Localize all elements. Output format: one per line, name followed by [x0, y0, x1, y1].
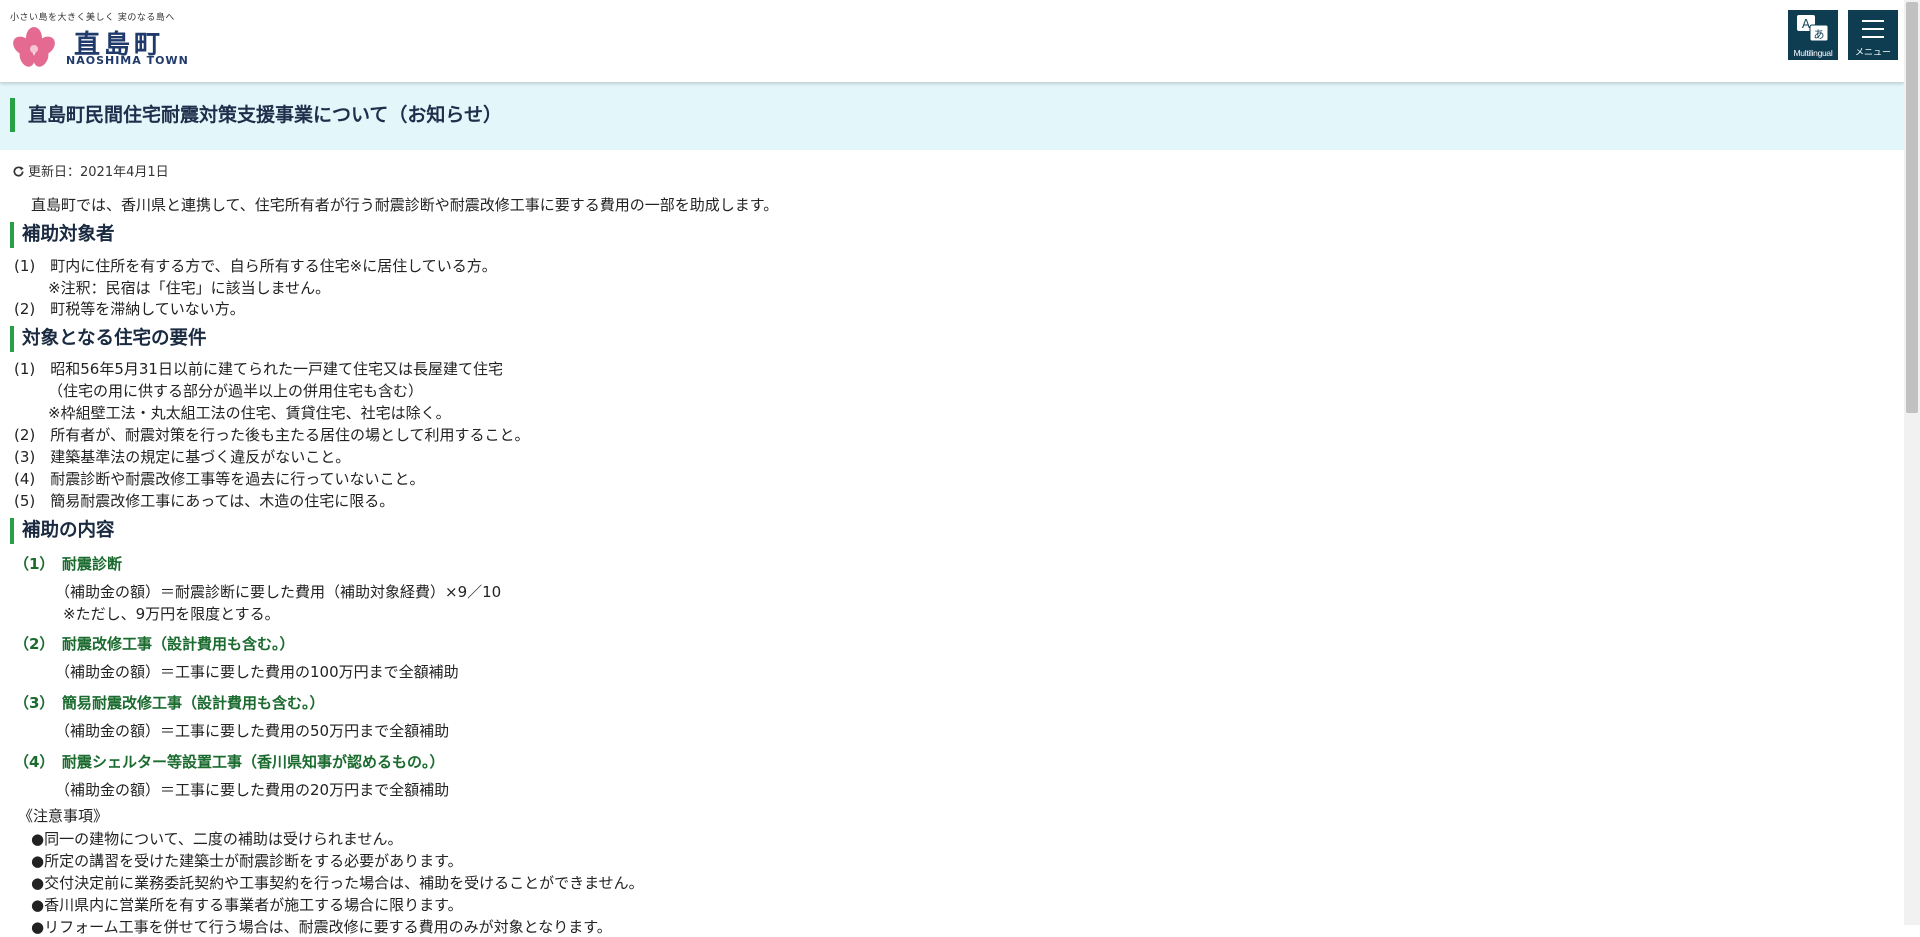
menu-label: メニュー [1854, 47, 1891, 57]
req-line-1-note: ※枠組壁工法・丸太組工法の住宅、賃貸住宅、社宅は除く。 [48, 404, 451, 422]
svg-text:あ: あ [1814, 28, 1825, 41]
hamburger-icon [1862, 20, 1884, 38]
target-note: ※注釈：民宿は「住宅」に該当しません。 [48, 279, 331, 297]
translate-icon: A あ [1797, 15, 1829, 42]
note-3: ●交付決定前に業務委託契約や工事契約を行った場合は、補助を受けることができません… [31, 874, 644, 892]
page-title: 直島町民間住宅耐震対策支援事業について（お知らせ） [10, 98, 502, 132]
multilingual-label: Multilingual [1793, 48, 1833, 58]
site-header: 小さい島を大きく美しく 実のなる島へ 直島町 NAOSHIMA TOWN A あ… [0, 0, 1904, 82]
target-line-2: (2) 町税等を滞納していない方。 [14, 300, 245, 318]
req-line-1-sub: （住宅の用に供する部分が過半以上の併用住宅も含む） [48, 382, 424, 400]
content-item-4-title: （4） 耐震シェルター等設置工事（香川県知事が認めるもの。） [14, 753, 445, 771]
intro-text: 直島町では、香川県と連携して、住宅所有者が行う耐震診断や耐震改修工事に要する費用… [31, 196, 779, 214]
heading-target: 補助対象者 [10, 222, 115, 248]
logo-tagline: 小さい島を大きく美しく 実のなる島へ [10, 13, 175, 23]
updated-text: 更新日：2021年4月1日 [28, 165, 169, 180]
updated-date: 更新日：2021年4月1日 [12, 164, 169, 182]
site-logo[interactable]: 小さい島を大きく美しく 実のなる島へ 直島町 NAOSHIMA TOWN [10, 10, 200, 70]
scrollbar-thumb[interactable] [1906, 2, 1918, 413]
req-line-1: (1) 昭和56年5月31日以前に建てられた一戸建て住宅又は長屋建て住宅 [14, 360, 503, 378]
menu-button[interactable]: メニュー [1848, 10, 1898, 60]
refresh-icon [13, 166, 24, 177]
notes-heading: 《注意事項》 [18, 807, 109, 825]
target-line-1: (1) 町内に住所を有する方で、自ら所有する住宅※に居住している方。 [14, 257, 497, 275]
title-band: 直島町民間住宅耐震対策支援事業について（お知らせ） [0, 82, 1904, 150]
req-line-4: (4) 耐震診断や耐震改修工事等を過去に行っていないこと。 [14, 470, 425, 488]
note-4: ●香川県内に営業所を有する事業者が施工する場合に限ります。 [31, 896, 463, 914]
content-item-3-line-1: （補助金の額）＝工事に要した費用の50万円まで全額補助 [55, 722, 450, 740]
note-5: ●リフォーム工事を併せて行う場合は、耐震改修に要する費用のみが対象となります。 [31, 918, 612, 936]
flower-logo-icon [13, 27, 55, 67]
content-item-3-title: （3） 簡易耐震改修工事（設計費用も含む。） [14, 694, 325, 712]
content-item-1-line-1: （補助金の額）＝耐震診断に要した費用（補助対象経費）×9／10 [55, 583, 502, 601]
note-2: ●所定の講習を受けた建築士が耐震診断をする必要があります。 [31, 852, 463, 870]
content-item-1-line-2: ※ただし、9万円を限度とする。 [63, 605, 280, 623]
page-scrollbar[interactable] [1904, 0, 1920, 925]
content-item-1-title: （1） 耐震診断 [14, 555, 122, 573]
req-line-5: (5) 簡易耐震改修工事にあっては、木造の住宅に限る。 [14, 492, 395, 510]
site-name-en: NAOSHIMA TOWN [66, 54, 189, 67]
content-item-2-title: （2） 耐震改修工事（設計費用も含む。） [14, 635, 295, 653]
heading-content: 補助の内容 [10, 518, 115, 544]
heading-requirements: 対象となる住宅の要件 [10, 326, 206, 352]
req-line-2: (2) 所有者が、耐震対策を行った後も主たる居住の場として利用すること。 [14, 426, 530, 444]
multilingual-button[interactable]: A あ Multilingual [1788, 10, 1838, 60]
content-item-2-line-1: （補助金の額）＝工事に要した費用の100万円まで全額補助 [55, 663, 459, 681]
req-line-3: (3) 建築基準法の規定に基づく違反がないこと。 [14, 448, 351, 466]
note-1: ●同一の建物について、二度の補助は受けられません。 [31, 830, 403, 848]
content-item-4-line-1: （補助金の額）＝工事に要した費用の20万円まで全額補助 [55, 781, 450, 799]
